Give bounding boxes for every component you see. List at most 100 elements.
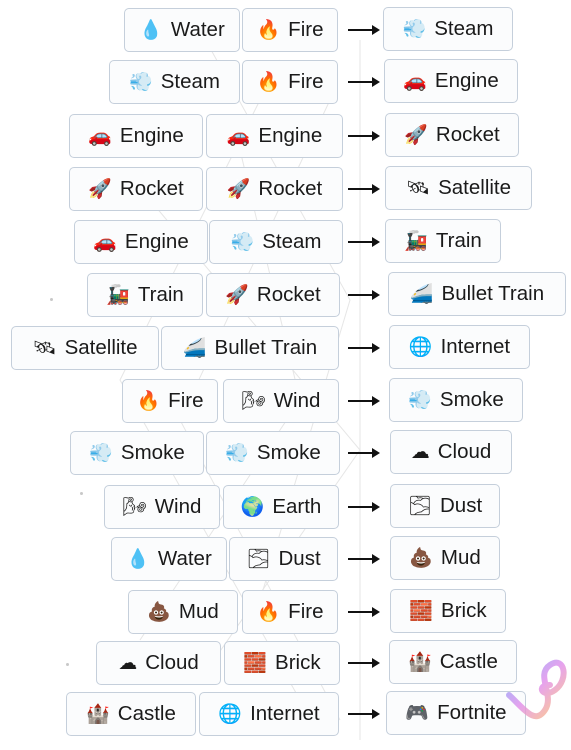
steam-icon: 💨 (402, 17, 427, 40)
rocket-icon: 🚀 (88, 177, 112, 200)
arrow-icon (348, 77, 380, 87)
element-label: Water (157, 547, 212, 570)
result-tile[interactable]: 🏰 Castle (389, 640, 517, 684)
cloud-icon: ☁ (118, 651, 138, 674)
ingredient-tile[interactable]: 🚀 Rocket (206, 273, 340, 317)
ingredient-tile[interactable]: 💧 Water (124, 8, 240, 52)
castle-icon: 🏰 (86, 702, 110, 725)
element-label: Rocket (435, 123, 500, 146)
fire-icon: 🔥 (256, 600, 281, 623)
ingredient-tile[interactable]: 🔥 Fire (122, 379, 218, 423)
internet-icon: 🌐 (408, 335, 433, 358)
ingredient-tile[interactable]: 💩 Mud (128, 590, 238, 634)
element-label: Satellite (64, 336, 138, 359)
element-label: Internet (250, 702, 320, 725)
rocket-icon: 🚀 (226, 177, 251, 200)
ingredient-tile[interactable]: ☁ Cloud (96, 641, 221, 685)
rocket-icon: 🚀 (404, 123, 428, 146)
satellite-icon: 🛰 (32, 336, 57, 359)
steam-icon: 💨 (129, 70, 153, 93)
ingredient-tile[interactable]: 💧 Water (111, 537, 227, 581)
bullet-train-icon: 🚄 (409, 282, 434, 305)
logo-icon (506, 659, 567, 720)
result-tile[interactable]: 🌐 Internet (389, 325, 530, 369)
arrow-icon (348, 554, 380, 564)
element-label: Smoke (439, 388, 504, 411)
ingredient-tile[interactable]: 💨 Steam (209, 220, 343, 264)
element-label: Smoke (120, 441, 185, 464)
wind-icon: 🌬 (241, 389, 266, 412)
element-label: Dust (278, 547, 321, 570)
element-label: Castle (117, 702, 176, 725)
ingredient-tile[interactable]: 🚗 Engine (206, 114, 343, 158)
ingredient-tile[interactable]: 🚂 Train (87, 273, 203, 317)
ingredient-tile[interactable]: 🚀 Rocket (206, 167, 343, 211)
element-label: Engine (124, 230, 189, 253)
ingredient-tile[interactable]: 🚄 Bullet Train (161, 326, 339, 370)
ingredient-tile[interactable]: 🚀 Rocket (69, 167, 203, 211)
ingredient-tile[interactable]: 🌐 Internet (199, 692, 339, 736)
element-label: Mud (178, 600, 219, 623)
element-label: Brick (441, 599, 487, 622)
ingredient-tile[interactable]: 🌬 Wind (104, 485, 220, 529)
ingredient-tile[interactable]: 🌍 Earth (223, 485, 339, 529)
smoke-icon: 💨 (225, 441, 249, 464)
result-tile[interactable]: 🚀 Rocket (385, 113, 519, 157)
element-label: Rocket (256, 283, 321, 306)
water-icon: 💧 (126, 547, 150, 570)
element-label: Fortnite (437, 701, 507, 724)
ingredient-tile[interactable]: 🧱 Brick (224, 641, 340, 685)
dust-icon: 🌫 (407, 494, 432, 517)
dot (50, 298, 53, 301)
steam-icon: 💨 (230, 230, 255, 253)
arrow-icon (348, 607, 380, 617)
bullet-train-icon: 🚄 (182, 336, 207, 359)
result-tile[interactable]: 💨 Steam (383, 7, 513, 51)
arrow-icon (348, 396, 380, 406)
ingredient-tile[interactable]: 💨 Steam (109, 60, 240, 104)
ingredient-tile[interactable]: 🚗 Engine (69, 114, 203, 158)
water-icon: 💧 (139, 18, 163, 41)
result-tile[interactable]: 💩 Mud (390, 536, 500, 580)
ingredient-tile[interactable]: 🚗 Engine (74, 220, 208, 264)
wind-icon: 🌬 (122, 495, 147, 518)
smoke-icon: 💨 (408, 388, 432, 411)
engine-icon: 🚗 (93, 230, 117, 253)
result-tile[interactable]: 🌫 Dust (390, 484, 500, 528)
result-tile[interactable]: 🚗 Engine (384, 59, 518, 103)
element-label: Cloud (145, 651, 199, 674)
element-label: Rocket (258, 177, 323, 200)
arrow-icon (348, 658, 380, 668)
train-icon: 🚂 (404, 229, 428, 252)
mud-icon: 💩 (409, 546, 433, 569)
ingredient-tile[interactable]: 🏰 Castle (66, 692, 196, 736)
result-tile[interactable]: 🛰 Satellite (385, 166, 532, 210)
ingredient-tile[interactable]: 🔥 Fire (242, 590, 338, 634)
engine-icon: 🚗 (88, 124, 112, 147)
dot (80, 492, 83, 495)
ingredient-tile[interactable]: 🔥 Fire (242, 8, 338, 52)
element-label: Fire (288, 18, 324, 41)
result-tile[interactable]: ☁ Cloud (390, 430, 512, 474)
engine-icon: 🚗 (403, 69, 427, 92)
result-tile[interactable]: 🚄 Bullet Train (388, 272, 566, 316)
result-tile[interactable]: 💨 Smoke (389, 378, 523, 422)
ingredient-tile[interactable]: 🌫 Dust (229, 537, 338, 581)
element-label: Bullet Train (441, 282, 545, 305)
element-label: Steam (160, 70, 220, 93)
element-label: Fire (288, 600, 324, 623)
ingredient-tile[interactable]: 🔥 Fire (242, 60, 338, 104)
result-tile[interactable]: 🚂 Train (385, 219, 501, 263)
element-label: Rocket (119, 177, 184, 200)
element-label: Steam (434, 17, 494, 40)
mud-icon: 💩 (147, 600, 171, 623)
element-label: Steam (262, 230, 322, 253)
ingredient-tile[interactable]: 💨 Smoke (206, 431, 340, 475)
element-label: Fire (168, 389, 204, 412)
train-icon: 🚂 (106, 283, 130, 306)
ingredient-tile[interactable]: 🛰 Satellite (11, 326, 159, 370)
ingredient-tile[interactable]: 🌬 Wind (223, 379, 339, 423)
fire-icon: 🔥 (256, 18, 281, 41)
result-tile[interactable]: 🧱 Brick (390, 589, 506, 633)
ingredient-tile[interactable]: 💨 Smoke (70, 431, 204, 475)
